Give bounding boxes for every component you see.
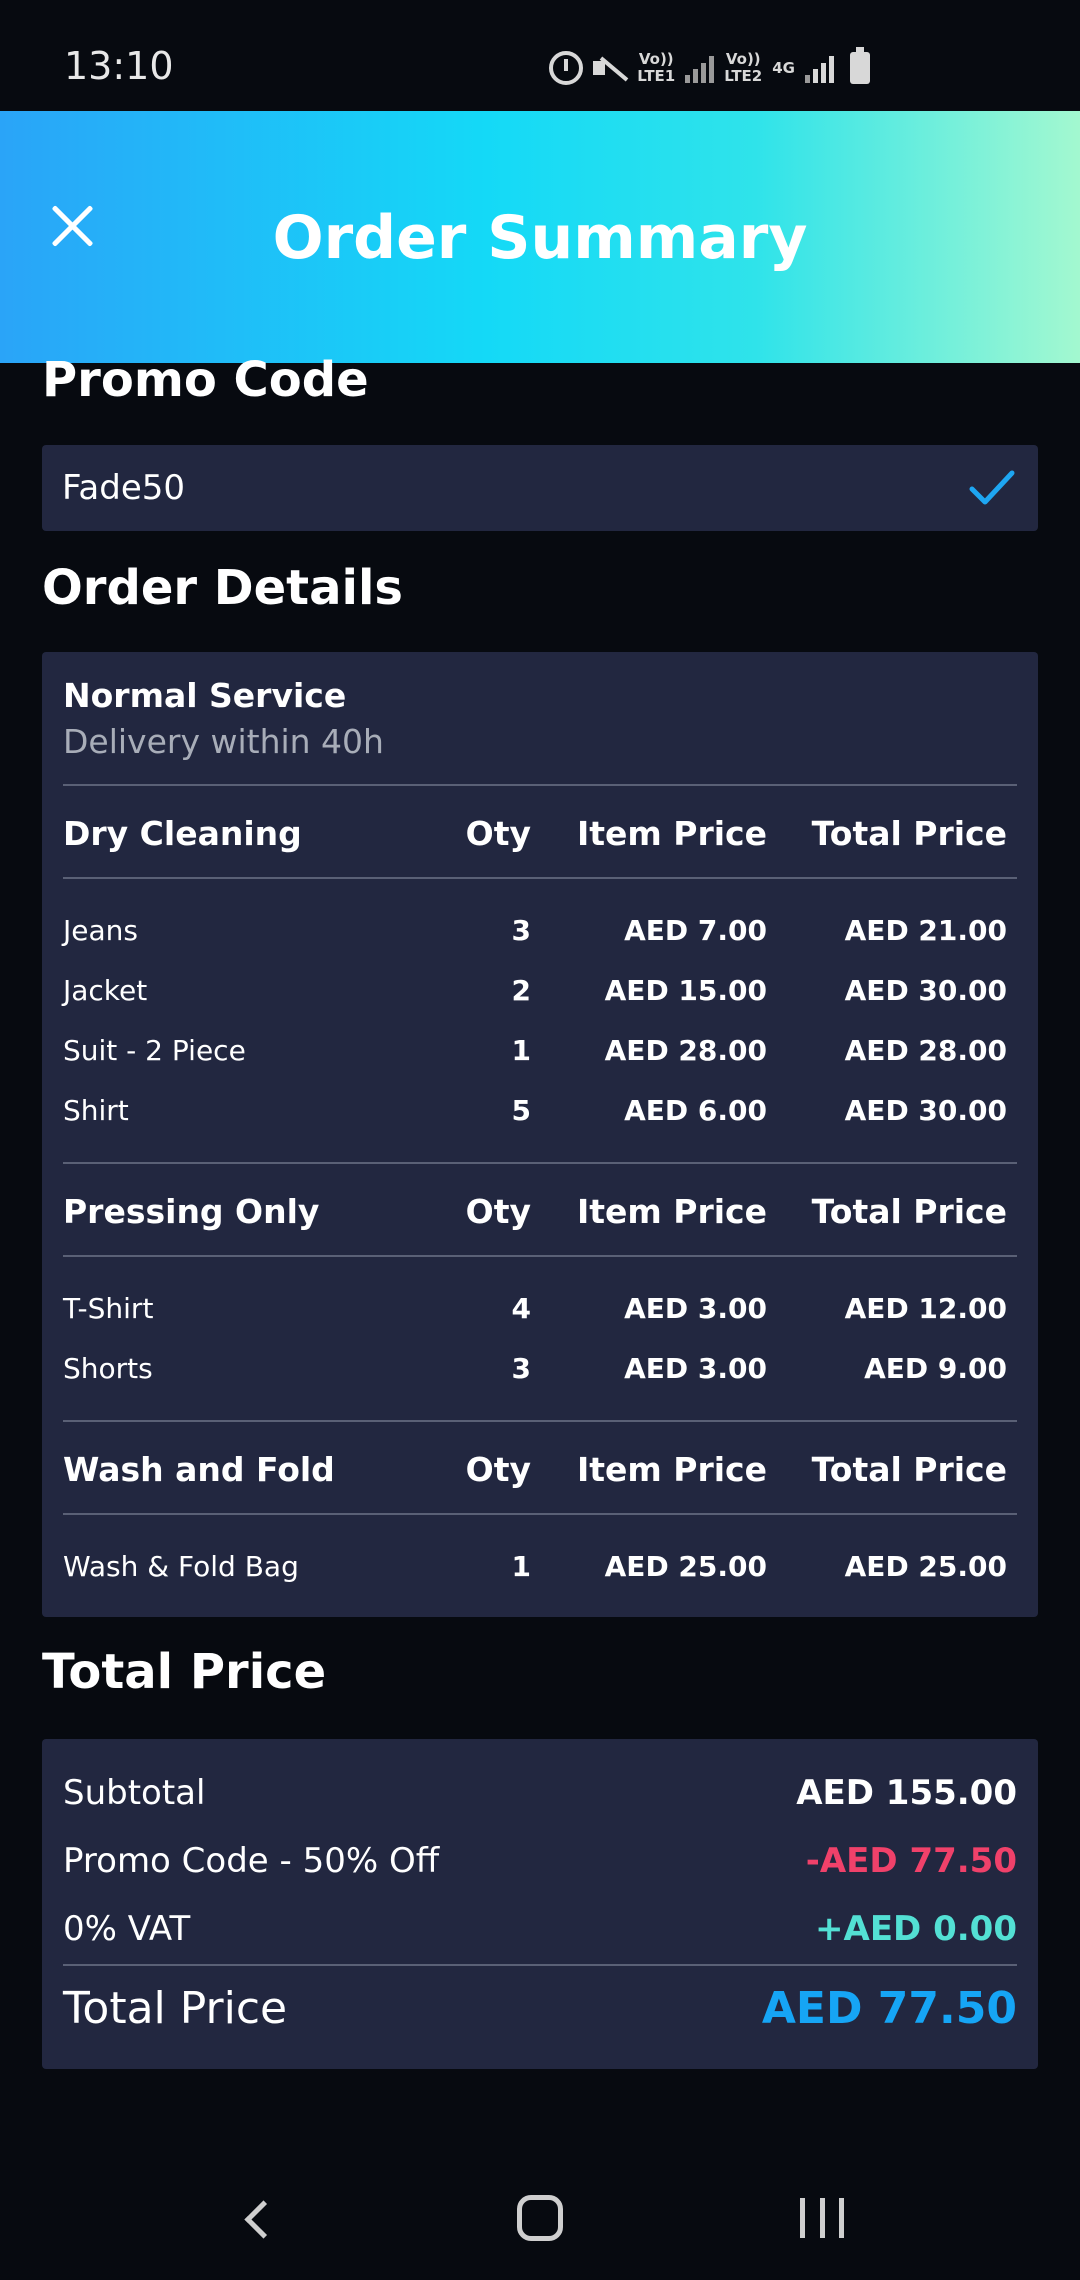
order-details-card: Normal Service Delivery within 40h Dry C… xyxy=(42,652,1038,1617)
item-total: AED 30.00 xyxy=(844,974,1007,1007)
item-price: AED 7.00 xyxy=(624,914,767,947)
item-qty: 1 xyxy=(511,1550,531,1583)
item-price: AED 28.00 xyxy=(604,1034,767,1067)
system-nav-bar xyxy=(0,2150,1080,2280)
mute-icon xyxy=(593,53,627,83)
item-name: Shorts xyxy=(63,1352,153,1385)
item-name: Wash & Fold Bag xyxy=(63,1550,299,1583)
item-qty: 1 xyxy=(511,1034,531,1067)
alarm-icon xyxy=(549,51,584,85)
item-qty: 3 xyxy=(511,1352,531,1385)
promo-code-value: Fade50 xyxy=(62,468,186,508)
network-4g-icon: 4G xyxy=(772,58,795,77)
table-row: Shirt 5 AED 6.00 AED 30.00 xyxy=(63,1094,1017,1144)
item-price: AED 25.00 xyxy=(604,1550,767,1583)
item-name: Jacket xyxy=(63,974,148,1007)
section-name: Pressing Only xyxy=(63,1192,320,1231)
qty-header: Oty xyxy=(465,1450,531,1489)
promo-discount-value: -AED 77.50 xyxy=(805,1841,1017,1881)
total-price-header: Total Price xyxy=(811,1192,1007,1231)
signal-strength-2-icon xyxy=(805,53,834,83)
item-price-header: Item Price xyxy=(576,814,767,853)
item-name: Suit - 2 Piece xyxy=(63,1034,246,1067)
section-header-row: Wash and Fold Oty Item Price Total Price xyxy=(63,1450,1017,1500)
section-name: Dry Cleaning xyxy=(63,814,302,853)
item-name: Shirt xyxy=(63,1094,129,1127)
item-price: AED 6.00 xyxy=(624,1094,767,1127)
home-icon[interactable] xyxy=(517,2195,563,2241)
total-price-header: Total Price xyxy=(811,1450,1007,1489)
item-price: AED 3.00 xyxy=(624,1352,767,1385)
sim2-volte-icon: Vo)) LTE2 xyxy=(724,51,762,85)
item-price-header: Item Price xyxy=(576,1450,767,1489)
table-row: Wash & Fold Bag 1 AED 25.00 AED 25.00 xyxy=(63,1550,1017,1600)
divider xyxy=(63,1420,1017,1422)
qty-header: Oty xyxy=(465,1192,531,1231)
section-header-row: Dry Cleaning Oty Item Price Total Price xyxy=(63,814,1017,864)
grand-total-value: AED 77.50 xyxy=(761,1983,1017,2034)
item-total: AED 25.00 xyxy=(844,1550,1007,1583)
signal-strength-1-icon xyxy=(685,53,715,83)
service-title: Normal Service xyxy=(63,676,347,715)
back-icon[interactable] xyxy=(238,2200,278,2240)
divider xyxy=(63,1255,1017,1257)
vat-label: 0% VAT xyxy=(63,1909,191,1949)
header-bar: Order Summary xyxy=(0,111,1080,363)
item-qty: 2 xyxy=(511,974,531,1007)
order-details-heading: Order Details xyxy=(42,560,403,616)
item-total: AED 12.00 xyxy=(844,1292,1007,1325)
item-name: Jeans xyxy=(63,914,138,947)
status-bar: 13:10 Vo)) LTE1 Vo)) LTE2 4G xyxy=(0,0,1080,111)
totals-card: Subtotal AED 155.00 Promo Code - 50% Off… xyxy=(42,1739,1038,2069)
divider xyxy=(63,1162,1017,1164)
checkmark-icon xyxy=(969,470,1015,505)
subtotal-label: Subtotal xyxy=(63,1773,206,1813)
sim1-volte-bottom: LTE1 xyxy=(637,67,676,85)
subtotal-value: AED 155.00 xyxy=(796,1773,1017,1813)
section-header-row: Pressing Only Oty Item Price Total Price xyxy=(63,1192,1017,1242)
item-total: AED 28.00 xyxy=(844,1034,1007,1067)
item-total: AED 21.00 xyxy=(844,914,1007,947)
status-time: 13:10 xyxy=(64,44,174,88)
divider xyxy=(63,877,1017,879)
promo-code-heading: Promo Code xyxy=(42,352,369,408)
item-price: AED 3.00 xyxy=(624,1292,767,1325)
item-qty: 5 xyxy=(511,1094,531,1127)
divider xyxy=(63,1964,1017,1966)
total-price-header: Total Price xyxy=(811,814,1007,853)
total-price-heading: Total Price xyxy=(42,1644,327,1700)
item-total: AED 9.00 xyxy=(864,1352,1007,1385)
service-subtitle: Delivery within 40h xyxy=(63,722,384,761)
table-row: Suit - 2 Piece 1 AED 28.00 AED 28.00 xyxy=(63,1034,1017,1084)
battery-icon xyxy=(850,47,870,84)
qty-header: Oty xyxy=(465,814,531,853)
item-qty: 4 xyxy=(511,1292,531,1325)
item-price-header: Item Price xyxy=(576,1192,767,1231)
table-row: Shorts 3 AED 3.00 AED 9.00 xyxy=(63,1352,1017,1402)
vat-value: +AED 0.00 xyxy=(815,1909,1017,1949)
page-title: Order Summary xyxy=(272,203,808,273)
order-summary-screen: 13:10 Vo)) LTE1 Vo)) LTE2 4G Order Summa… xyxy=(0,0,1080,2280)
item-total: AED 30.00 xyxy=(844,1094,1007,1127)
item-qty: 3 xyxy=(511,914,531,947)
promo-discount-label: Promo Code - 50% Off xyxy=(63,1841,440,1881)
divider xyxy=(63,1513,1017,1515)
grand-total-label: Total Price xyxy=(63,1983,288,2034)
divider xyxy=(63,784,1017,786)
item-name: T-Shirt xyxy=(63,1292,154,1325)
promo-code-field[interactable]: Fade50 xyxy=(42,445,1038,531)
item-price: AED 15.00 xyxy=(604,974,767,1007)
status-icons: Vo)) LTE1 Vo)) LTE2 4G xyxy=(549,46,870,90)
table-row: T-Shirt 4 AED 3.00 AED 12.00 xyxy=(63,1292,1017,1342)
recent-apps-icon[interactable] xyxy=(800,2198,844,2238)
sim1-volte-top: Vo)) xyxy=(638,50,674,68)
table-row: Jeans 3 AED 7.00 AED 21.00 xyxy=(63,914,1017,964)
sim2-volte-bottom: LTE2 xyxy=(724,67,763,85)
sim1-volte-icon: Vo)) LTE1 xyxy=(637,51,675,85)
section-name: Wash and Fold xyxy=(63,1450,335,1489)
sim2-volte-top: Vo)) xyxy=(725,50,761,68)
table-row: Jacket 2 AED 15.00 AED 30.00 xyxy=(63,974,1017,1024)
